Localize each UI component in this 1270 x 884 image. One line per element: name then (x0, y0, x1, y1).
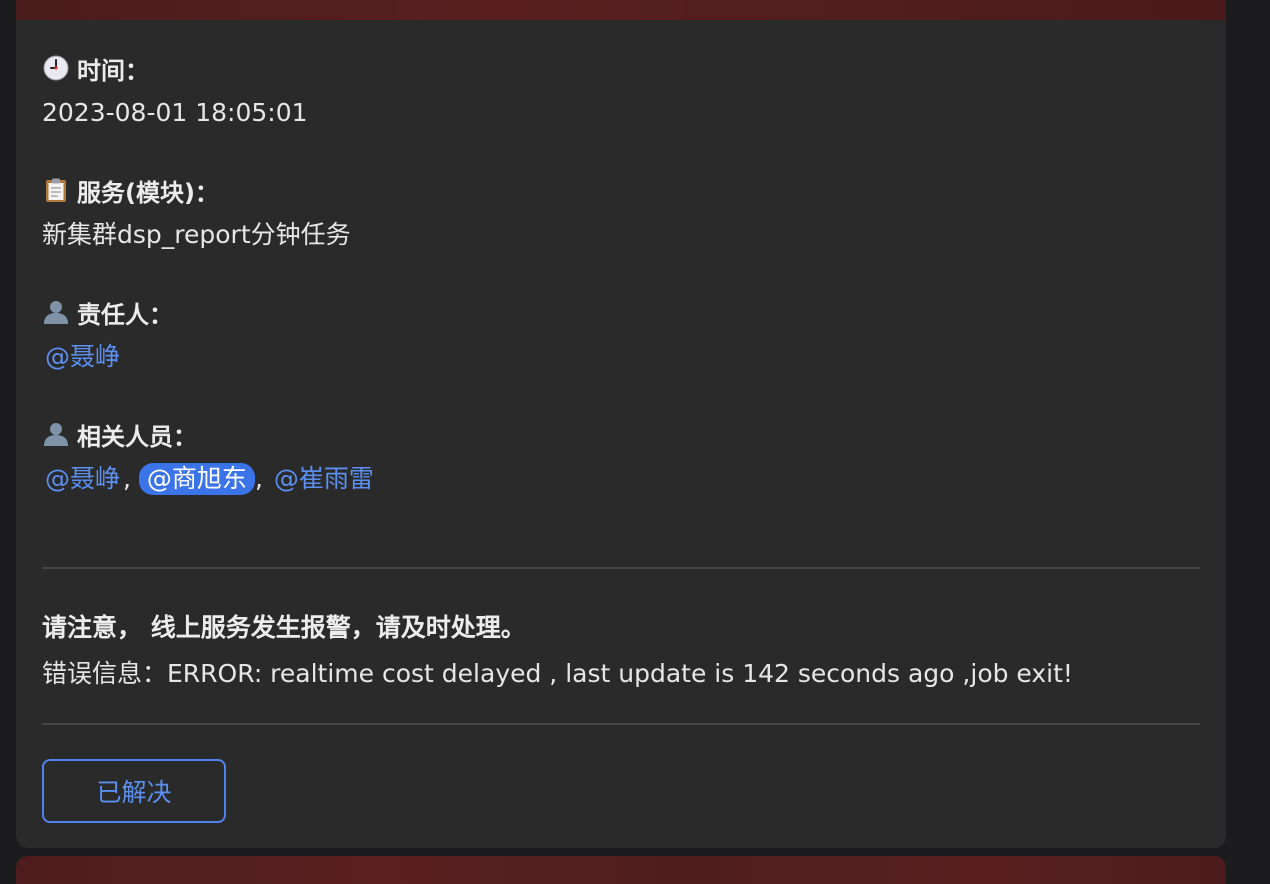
service-value: 新集群dsp_report分钟任务 (42, 220, 351, 249)
mention-separator: , (123, 464, 131, 493)
person-icon (42, 420, 70, 448)
mention-link[interactable]: @聂峥 (42, 342, 123, 371)
divider (42, 723, 1200, 725)
mention-link[interactable]: @崔雨雷 (271, 464, 377, 493)
mention-link[interactable]: @聂峥 (42, 464, 123, 493)
time-field: 时间： 2023-08-01 18:05:01 (42, 53, 308, 129)
resolved-button[interactable]: 已解决 (42, 759, 226, 823)
time-value: 2023-08-01 18:05:01 (42, 98, 308, 127)
person-icon (42, 298, 70, 326)
owner-field: 责任人： @聂峥 (42, 297, 173, 373)
clock-icon (42, 54, 70, 82)
message-thread: 时间： 2023-08-01 18:05:01 服务(模块)： 新集群dsp_r… (0, 0, 1270, 884)
related-field: 相关人员： @聂峥, @商旭东, @崔雨雷 (42, 419, 377, 495)
next-card-header (16, 856, 1226, 884)
service-field: 服务(模块)： 新集群dsp_report分钟任务 (42, 175, 351, 251)
related-label: 相关人员： (77, 422, 197, 451)
owner-label: 责任人： (77, 300, 173, 329)
mention-highlighted[interactable]: @商旭东 (138, 463, 255, 495)
divider (42, 567, 1200, 569)
mention-separator: , (254, 464, 263, 493)
service-label: 服务(模块)： (77, 178, 219, 207)
time-label: 时间： (77, 56, 149, 85)
alert-card: 时间： 2023-08-01 18:05:01 服务(模块)： 新集群dsp_r… (16, 20, 1226, 848)
previous-card-header (16, 0, 1226, 20)
error-message: 错误信息：ERROR: realtime cost delayed , last… (42, 659, 1073, 688)
clipboard-icon (42, 176, 70, 204)
notice-title: 请注意， 线上服务发生报警，请及时处理。 (42, 613, 526, 642)
